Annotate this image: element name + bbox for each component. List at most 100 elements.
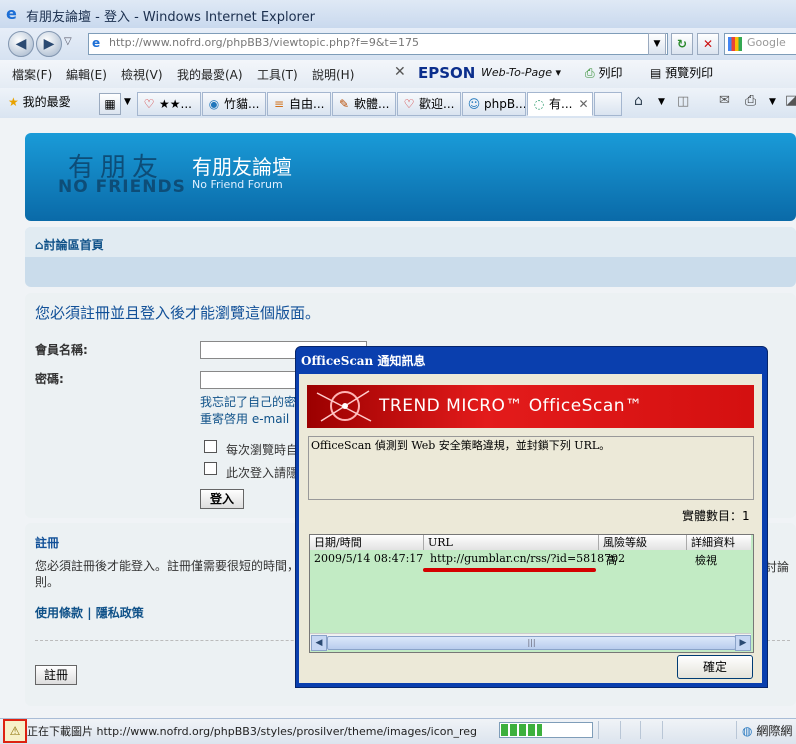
column-header-datetime[interactable]: 日期/時間 <box>310 535 424 550</box>
login-required-message: 您必須註冊並且登入後才能瀏覽這個版面。 <box>35 304 321 322</box>
dialog-title: OfficeScan 通知訊息 <box>301 354 426 368</box>
register-button[interactable]: 註冊 <box>35 665 77 685</box>
ok-button[interactable]: 確定 <box>677 655 753 679</box>
mail-icon[interactable]: ✉ <box>719 93 730 108</box>
tab-1-label: ★★... <box>159 97 192 111</box>
menu-edit[interactable]: 編輯(E) <box>66 66 107 83</box>
close-tab-icon[interactable]: ✕ <box>578 97 588 111</box>
cell-detail-link[interactable]: 檢視 <box>695 552 717 568</box>
window-title-bar: e 有朋友論壇 - 登入 - Windows Internet Explorer <box>0 0 796 29</box>
scroll-left-icon[interactable]: ◀ <box>311 635 327 651</box>
officescan-logo-icon <box>316 390 372 422</box>
loading-icon: ◌ <box>533 97 545 111</box>
globe-icon: ◍ <box>742 724 753 738</box>
page-menu-icon[interactable]: ◪ <box>785 93 796 108</box>
ie-logo-icon: e <box>6 4 17 23</box>
tab-1[interactable]: ♡ ★★... <box>137 92 201 116</box>
print-preview-button[interactable]: ▤ 預覽列印 <box>650 64 713 81</box>
new-tab-button[interactable] <box>594 92 622 116</box>
home-icon[interactable]: ⌂ <box>634 93 643 109</box>
password-label: 密碼: <box>35 372 64 386</box>
menu-favorites[interactable]: 我的最愛(A) <box>177 66 243 83</box>
stop-icon[interactable]: ✕ <box>697 33 719 55</box>
forward-button[interactable]: ▶ <box>36 31 62 57</box>
search-placeholder: Google <box>747 36 786 49</box>
tab-list-dropdown-icon[interactable]: ▼ <box>124 97 131 107</box>
home-dropdown-icon[interactable]: ▼ <box>658 97 665 107</box>
terms-link[interactable]: 使用條款 <box>35 606 83 620</box>
privacy-link[interactable]: 隱私政策 <box>96 606 144 620</box>
register-text: 您必須註冊後才能登入。註冊僅需要很短的時間， 則。 <box>35 558 303 590</box>
column-header-url[interactable]: URL <box>424 535 599 550</box>
warning-icon[interactable]: ⚠ <box>3 719 27 743</box>
tab-4[interactable]: ✎ 軟體... <box>332 92 396 116</box>
menu-view[interactable]: 檢視(V) <box>121 66 163 83</box>
print-toolbar-icon[interactable]: ⎙ <box>745 93 756 109</box>
login-button[interactable]: 登入 <box>200 489 244 509</box>
remember-me-checkbox[interactable] <box>204 440 217 453</box>
status-divider <box>620 721 621 739</box>
menu-tools[interactable]: 工具(T) <box>257 66 298 83</box>
breadcrumb[interactable]: ⌂討論區首頁 <box>35 236 104 253</box>
menu-file[interactable]: 檔案(F) <box>12 66 52 83</box>
tab-5[interactable]: ♡ 歡迎... <box>397 92 461 116</box>
horizontal-scrollbar[interactable]: ◀ ||| ▶ <box>310 633 751 651</box>
tab-active[interactable]: ◌ 有... ✕ <box>527 92 593 116</box>
search-box[interactable]: Google <box>724 33 796 55</box>
entity-count: 實體數目：1 <box>682 509 750 523</box>
forgot-password-link[interactable]: 我忘記了自己的密 <box>200 393 296 410</box>
print-preview-label: 預覽列印 <box>665 66 714 80</box>
hide-online-checkbox[interactable] <box>204 462 217 475</box>
register-text-line1: 您必須註冊後才能登入。註冊僅需要很短的時間， <box>35 559 300 573</box>
close-toolbar-icon[interactable]: ✕ <box>394 64 406 80</box>
cell-risk: 高 <box>606 554 617 567</box>
cell-url: http://gumblar.cn/rss/?id=5818702 <box>430 552 626 565</box>
page-icon: e <box>92 36 101 50</box>
status-divider <box>640 721 641 739</box>
back-button[interactable]: ◀ <box>8 31 34 57</box>
feeds-icon[interactable]: ◫ <box>677 94 689 109</box>
tab-6[interactable]: ☺ phpB... <box>462 92 526 116</box>
scroll-right-icon[interactable]: ▶ <box>735 635 751 651</box>
heart-icon: ♡ <box>143 97 155 111</box>
tab-active-label: 有... <box>549 97 573 111</box>
menu-help[interactable]: 說明(H) <box>312 66 354 83</box>
security-zone[interactable]: ◍ 網際網 <box>742 722 792 739</box>
home-icon: ⌂ <box>35 238 44 252</box>
print-button[interactable]: ⎙ 列印 <box>585 64 622 81</box>
print-dropdown-icon[interactable]: ▼ <box>769 97 776 107</box>
forum-logo-en[interactable]: NO FRIENDS <box>58 177 186 197</box>
favorites-label: 我的最愛 <box>22 95 71 109</box>
trend-micro-banner: TREND MICRO™ OfficeScan™ <box>307 385 754 428</box>
download-progress-bar <box>499 722 593 738</box>
web-to-page-button[interactable]: Web-To-Page ▾ <box>481 66 561 79</box>
quick-tabs-icon[interactable]: ▦ <box>99 93 121 115</box>
address-dropdown-icon[interactable]: ▼ <box>648 33 666 55</box>
tab-2[interactable]: ◉ 竹貓... <box>202 92 266 116</box>
remember-me-label: 每次瀏覽時自 <box>226 443 299 457</box>
trend-micro-brand: TREND MICRO™ OfficeScan™ <box>379 396 643 416</box>
refresh-icon[interactable]: ↻ <box>671 33 693 55</box>
breadcrumb-bar-top <box>25 227 796 257</box>
google-icon <box>728 37 742 51</box>
cat-icon: ◉ <box>208 97 220 111</box>
favorites-button[interactable]: ★ 我的最愛 <box>8 93 71 110</box>
resend-activation-link[interactable]: 重寄啓用 e-mail <box>200 410 289 427</box>
address-url[interactable]: http://www.nofrd.org/phpBB3/viewtopic.ph… <box>109 36 419 49</box>
tab-4-label: 軟體... <box>354 97 390 111</box>
status-divider <box>662 721 663 739</box>
web-to-page-label: Web-To-Page <box>481 66 552 79</box>
column-header-risk[interactable]: 風險等級 <box>599 535 687 550</box>
window-title: 有朋友論壇 - 登入 - Windows Internet Explorer <box>26 10 315 25</box>
address-bar[interactable]: e http://www.nofrd.org/phpBB3/viewtopic.… <box>88 33 668 55</box>
recent-pages-dropdown-icon[interactable]: ▽ <box>64 36 72 47</box>
scroll-thumb[interactable]: ||| <box>327 636 736 650</box>
tab-3[interactable]: ≡ 自由... <box>267 92 331 116</box>
print-icon: ⎙ <box>585 66 595 80</box>
terms-links: 使用條款 | 隱私政策 <box>35 604 144 621</box>
column-header-detail[interactable]: 詳細資料 <box>687 535 751 550</box>
tab-5-label: 歡迎... <box>419 97 455 111</box>
terms-separator: | <box>87 606 92 620</box>
tab-3-label: 自由... <box>289 97 325 111</box>
site-subtitle: No Friend Forum <box>192 178 283 191</box>
